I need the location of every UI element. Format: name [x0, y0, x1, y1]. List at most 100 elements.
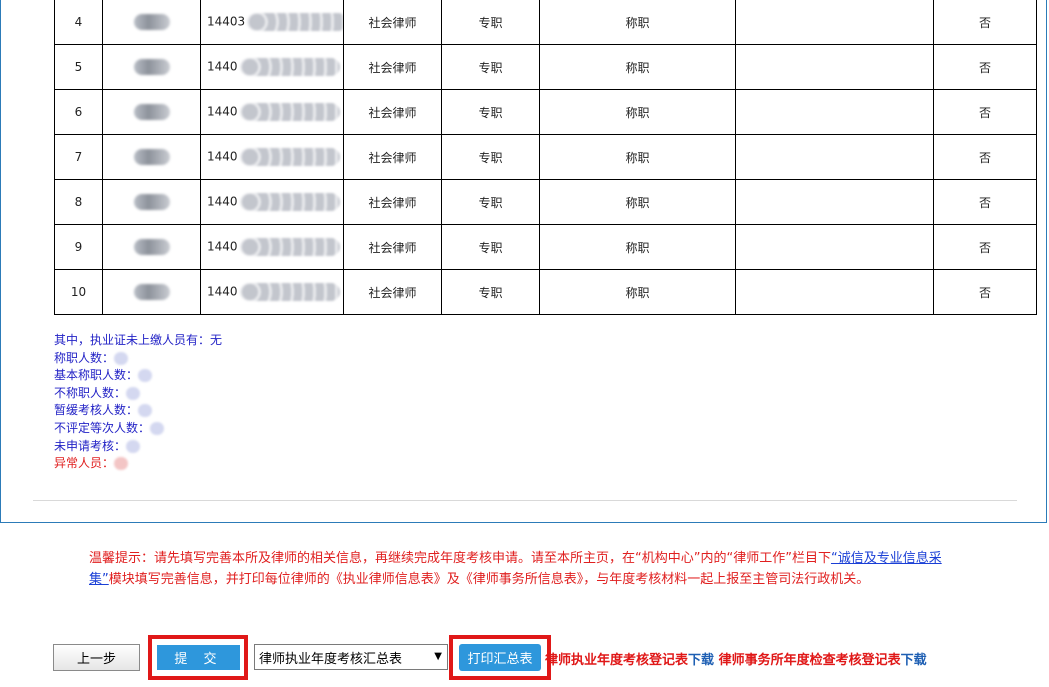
text-value: 暂缓考核人数： [54, 403, 139, 418]
redacted-name [133, 59, 170, 75]
text-value: 否 [978, 105, 991, 120]
text-value: 8 [74, 195, 83, 209]
text-value: 10 [70, 285, 87, 299]
cell-cert: 1440 [200, 224, 344, 270]
cell-evaluation: 称职 [539, 134, 736, 180]
cell-mode: 专职 [441, 89, 540, 135]
cell-evaluation: 称职 [539, 179, 736, 225]
prev-step-button[interactable]: 上一步 [53, 644, 140, 671]
summary-abnormal: 异常人员： [54, 455, 222, 473]
cell-type: 社会律师 [343, 179, 442, 225]
redacted-count [126, 386, 141, 400]
summary-table-select[interactable]: 律师执业年度考核汇总表 ▼ [254, 644, 448, 670]
text-value: 1440 [207, 104, 238, 119]
text-value: 1440 [207, 239, 238, 254]
text-value: 否 [978, 15, 991, 30]
text-value: 1440 [207, 59, 238, 74]
cell-mode: 专职 [441, 134, 540, 180]
text-value: 社会律师 [368, 285, 417, 300]
table-row: 8 1440 社会律师 专职 称职 否 [54, 179, 1037, 225]
redacted-count [114, 457, 129, 471]
summary-block: 其中，执业证未上缴人员有：无 称职人数： 基本称职人数： 不称职人数： 暂缓考核… [54, 332, 222, 473]
cell-no: 4 [54, 0, 103, 45]
table-row: 9 1440 社会律师 专职 称职 否 [54, 224, 1037, 270]
cell-remark [735, 134, 934, 180]
text-value: 称职 [625, 285, 650, 300]
redacted-count [114, 351, 129, 365]
cell-remark [735, 44, 934, 90]
text-value: 称职 [625, 195, 650, 210]
text-value: 称职人数： [54, 350, 115, 365]
summary-basic-competent: 基本称职人数： [54, 367, 222, 385]
redacted-cert [239, 238, 340, 256]
text-value: 称职 [625, 105, 650, 120]
download2-link[interactable]: 下载 [901, 653, 927, 668]
table-row: 10 1440 社会律师 专职 称职 否 [54, 269, 1037, 315]
cell-abnormal: 否 [933, 224, 1037, 270]
cell-no: 8 [54, 179, 103, 225]
submit-button[interactable]: 提 交 [157, 645, 240, 670]
text-value: 社会律师 [368, 195, 417, 210]
text-value: 否 [978, 240, 991, 255]
members-table: 4 14403 社会律师 专职 称职否 5 1440 社会律师 专职 称职否 6 1440 社会律师 专职… [54, 0, 1037, 315]
text-value: 否 [978, 60, 991, 75]
cell-evaluation: 称职 [539, 269, 736, 315]
cell-abnormal: 否 [933, 89, 1037, 135]
download1-link[interactable]: 下载 [688, 653, 714, 668]
text-value: 9 [74, 240, 83, 254]
table-row: 4 14403 社会律师 专职 称职 否 [54, 0, 1037, 45]
cell-evaluation: 称职 [539, 44, 736, 90]
print-summary-button[interactable]: 打印汇总表 [459, 644, 541, 671]
text-value: 社会律师 [368, 15, 417, 30]
text-value: 异常人员： [54, 456, 115, 471]
cell-cert: 1440 [200, 179, 344, 225]
cell-mode: 专职 [441, 179, 540, 225]
cell-name [102, 269, 201, 315]
redacted-name [133, 149, 170, 165]
cell-no: 5 [54, 44, 103, 90]
summary-not-applied: 未申请考核： [54, 438, 222, 456]
cell-abnormal: 否 [933, 44, 1037, 90]
summary-deferred: 暂缓考核人数： [54, 402, 222, 420]
content-panel: 4 14403 社会律师 专职 称职否 5 1440 社会律师 专职 称职否 6 1440 社会律师 专职… [0, 0, 1047, 523]
members-table-body: 4 14403 社会律师 专职 称职否 5 1440 社会律师 专职 称职否 6 1440 社会律师 专职… [54, 0, 1037, 315]
redacted-count [150, 421, 165, 435]
summary-competent: 称职人数： [54, 350, 222, 368]
text-value: 社会律师 [368, 150, 417, 165]
text-value: 社会律师 [368, 240, 417, 255]
cell-name [102, 179, 201, 225]
redacted-cert [239, 193, 340, 211]
cell-cert: 1440 [200, 89, 344, 135]
text-value: 社会律师 [368, 60, 417, 75]
cell-name [102, 224, 201, 270]
text-value: 称职 [625, 60, 650, 75]
cell-type: 社会律师 [343, 89, 442, 135]
cell-name [102, 89, 201, 135]
redacted-cert [239, 103, 340, 121]
table-row: 7 1440 社会律师 专职 称职 否 [54, 134, 1037, 180]
cell-cert: 1440 [200, 134, 344, 180]
summary-not-graded: 不评定等次人数： [54, 420, 222, 438]
download2-label: 律师事务所年度检查考核登记表 [718, 653, 901, 668]
cell-cert: 1440 [200, 269, 344, 315]
cell-type: 社会律师 [343, 44, 442, 90]
text-value: 1440 [207, 194, 238, 209]
redacted-count [126, 439, 141, 453]
table-row: 6 1440 社会律师 专职 称职 否 [54, 89, 1037, 135]
text-value: 未申请考核： [54, 438, 127, 453]
text-value: 否 [978, 150, 991, 165]
redacted-name [133, 284, 170, 300]
text-value: 专职 [478, 150, 503, 165]
cell-remark [735, 0, 934, 45]
text-value: 称职 [625, 150, 650, 165]
download1-label: 律师执业年度考核登记表 [545, 653, 689, 668]
cell-type: 社会律师 [343, 224, 442, 270]
cell-type: 社会律师 [343, 269, 442, 315]
redacted-name [133, 239, 170, 255]
redacted-cert [239, 283, 340, 301]
notice-part1: 温馨提示：请先填写完善本所及律师的相关信息，再继续完成年度考核申请。请至本所主页… [89, 551, 831, 566]
text-value: 专职 [478, 195, 503, 210]
cell-no: 7 [54, 134, 103, 180]
cell-type: 社会律师 [343, 0, 442, 45]
text-value: 称职 [625, 15, 650, 30]
